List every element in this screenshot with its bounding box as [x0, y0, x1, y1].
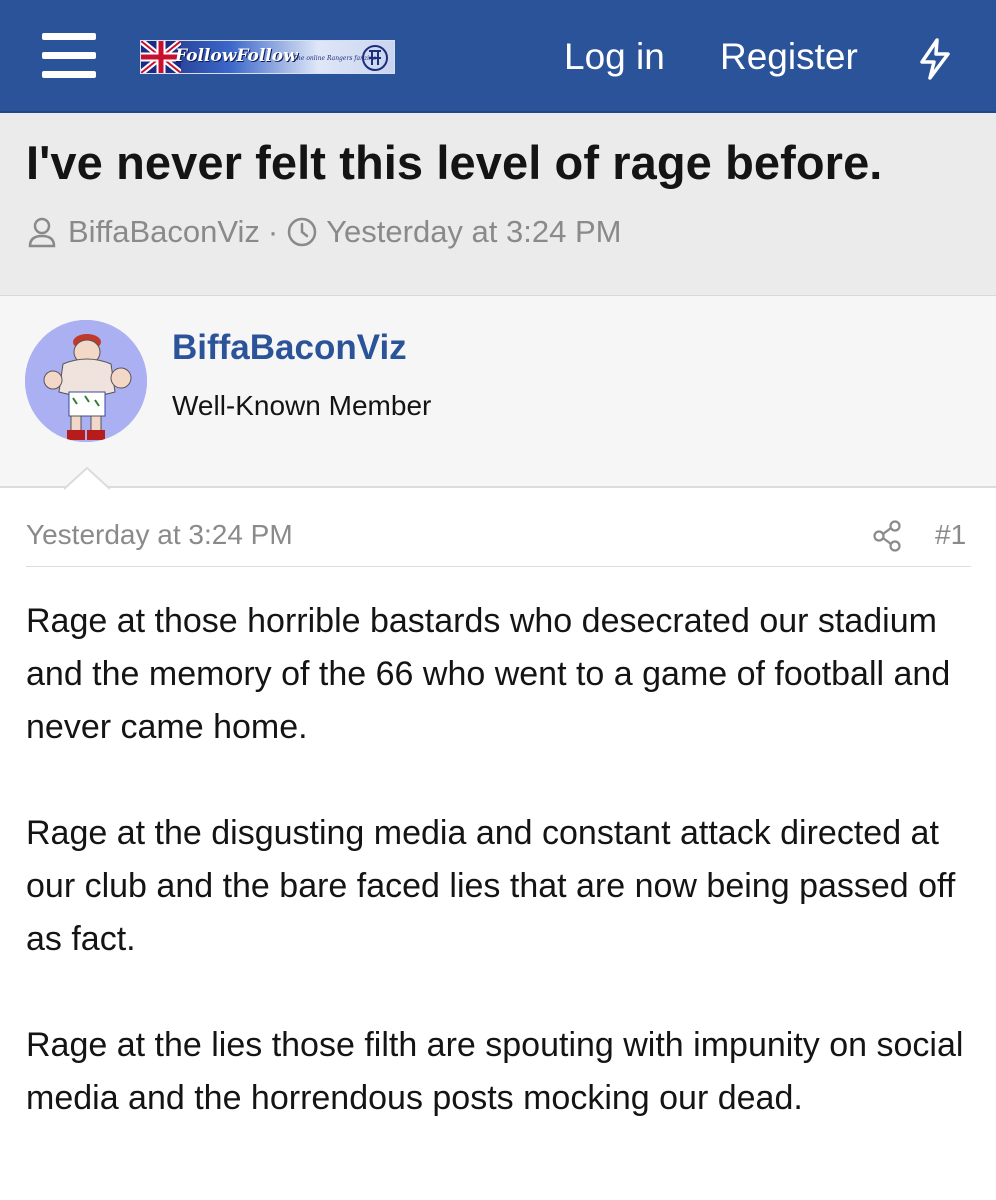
clock-icon [287, 217, 317, 247]
meta-separator: · [267, 214, 279, 249]
bolt-icon[interactable] [915, 37, 955, 81]
thread-author-link[interactable]: BiffaBaconViz [68, 214, 260, 250]
thread-date-link[interactable]: Yesterday at 3:24 PM [326, 214, 621, 250]
message-pointer-arrow [64, 467, 110, 490]
post-paragraph: Rage at the disgusting media and constan… [26, 814, 956, 958]
login-link[interactable]: Log in [564, 36, 665, 78]
post-body: Rage at those horrible bastards who dese… [26, 595, 976, 1178]
author-user-title: Well-Known Member [172, 390, 432, 421]
author-name-link[interactable]: BiffaBaconViz [172, 328, 407, 368]
site-logo[interactable]: FollowFollow The online Rangers fanzine [140, 40, 395, 74]
thread-header: I've never felt this level of rage befor… [0, 113, 996, 296]
post-paragraph: Rage at those horrible bastards who dese… [26, 602, 951, 746]
thread-title: I've never felt this level of rage befor… [26, 136, 883, 189]
register-link[interactable]: Register [720, 36, 858, 78]
top-navigation-bar: FollowFollow The online Rangers fanzine … [0, 0, 996, 113]
post-number-link[interactable]: #1 [935, 519, 966, 551]
share-icon[interactable] [872, 519, 902, 553]
post-date-link[interactable]: Yesterday at 3:24 PM [26, 519, 293, 551]
logo-text: FollowFollow [175, 46, 298, 66]
hamburger-line [42, 71, 96, 78]
hamburger-menu-icon[interactable] [38, 30, 100, 82]
club-crest-icon [362, 45, 388, 71]
avatar-cartoon-image [25, 320, 147, 442]
avatar[interactable] [25, 320, 147, 442]
user-icon [28, 217, 56, 248]
author-block: BiffaBaconViz Well-Known Member [0, 296, 996, 488]
hamburger-line [42, 33, 96, 40]
post-meta-bar: Yesterday at 3:24 PM #1 [26, 519, 971, 567]
post-paragraph: Rage at the lies those filth are spoutin… [26, 1026, 964, 1117]
hamburger-line [42, 52, 96, 59]
thread-meta: BiffaBaconViz · Yesterday at 3:24 PM [26, 211, 621, 253]
